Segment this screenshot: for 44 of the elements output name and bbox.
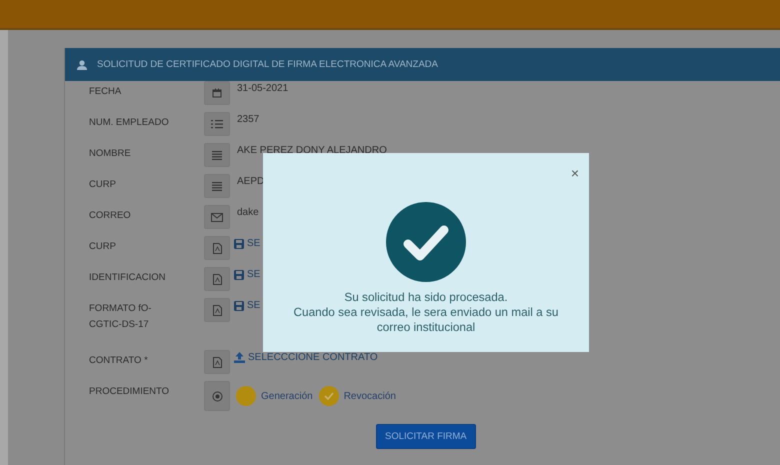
document-icon [212,356,222,368]
field-label: FORMATO fO-CGTIC-DS-17 [89,302,152,332]
field-label: CONTRATO * [89,354,149,368]
file-button[interactable]: SELECCCIONE CONTRATO [248,352,378,363]
floppy-icon [234,300,244,310]
user-icon [77,60,87,70]
field-label: CURP [89,178,117,192]
field-value: AEPD [237,176,264,187]
file-button[interactable]: SE [247,238,260,249]
radio-label: Generación [261,390,313,402]
radio-label: Revocación [344,390,396,402]
field-label: FECHA [89,85,122,99]
field-value: 2357 [237,114,260,125]
close-button[interactable]: × [570,165,579,181]
file-button[interactable]: SE [247,300,260,311]
upload-icon [234,352,245,363]
floppy-icon [234,238,244,248]
field-value: AKE PEREZ DONY ALEJANDRO [237,145,387,156]
envelope-icon [211,212,223,222]
file-button[interactable]: SE [247,269,260,280]
submit-button[interactable]: SOLICITAR FIRMA [376,424,476,449]
floppy-icon [234,270,244,280]
document-icon [212,242,222,254]
document-icon [212,304,222,316]
radio-button[interactable] [318,386,339,406]
field-label: PROCEDIMIENTO [89,385,170,399]
radio-button[interactable] [236,386,256,406]
panel-title: SOLICITUD DE CERTIFICADO DIGITAL DE FIRMA ELECTRONICA AVANZADA [97,59,438,70]
field-label: IDENTIFICACION [89,271,167,285]
document-icon [212,274,222,284]
calendar-icon [212,88,222,98]
check-circle-icon [386,202,466,282]
check-icon [324,392,334,400]
lines-icon [212,182,222,190]
field-label: NOMBRE [89,147,132,161]
list-icon [211,119,223,129]
field-value: 31-05-2021 [237,83,288,94]
field-label: CURP [89,240,117,254]
lines-icon [212,150,222,160]
radio-icon [212,390,222,402]
field-value: dake [237,207,259,218]
success-message: Su solicitud ha sido procesada. Cuando sea revisada, le sera enviado un mail a su correo institucional [292,290,560,335]
field-label: CORREO [89,209,132,223]
field-label: NUM. EMPLEADO [89,116,170,130]
